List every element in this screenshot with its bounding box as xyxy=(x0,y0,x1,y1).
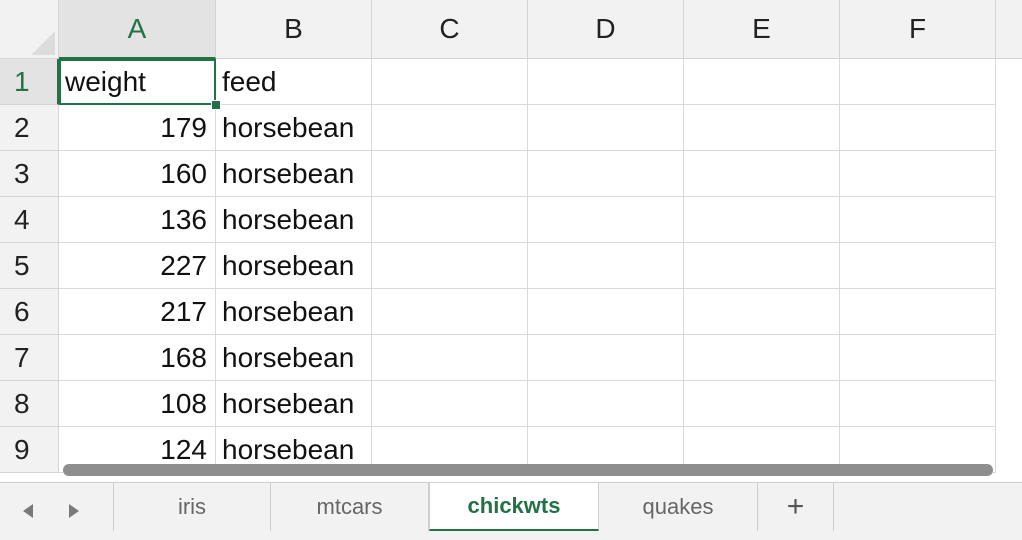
cell-b1[interactable]: feed xyxy=(216,59,372,105)
triangle-left-icon[interactable] xyxy=(18,501,38,521)
cell-b5[interactable]: horsebean xyxy=(216,243,372,289)
row-header-2[interactable]: 2 xyxy=(0,105,59,151)
cell-b4[interactable]: horsebean xyxy=(216,197,372,243)
cell-b2[interactable]: horsebean xyxy=(216,105,372,151)
cell-d7[interactable] xyxy=(528,335,684,381)
cell-a5[interactable]: 227 xyxy=(59,243,216,289)
column-header-b[interactable]: B xyxy=(216,0,372,59)
cell-b7[interactable]: horsebean xyxy=(216,335,372,381)
cell-c1[interactable] xyxy=(372,59,528,105)
cell-e5[interactable] xyxy=(684,243,840,289)
row-header-5[interactable]: 5 xyxy=(0,243,59,289)
cell-c7[interactable] xyxy=(372,335,528,381)
cell-f3[interactable] xyxy=(840,151,996,197)
cell-a7[interactable]: 168 xyxy=(59,335,216,381)
cell-d8[interactable] xyxy=(528,381,684,427)
cell-d1[interactable] xyxy=(528,59,684,105)
add-sheet-button[interactable]: + xyxy=(758,483,834,531)
cell-f2[interactable] xyxy=(840,105,996,151)
fill-handle[interactable] xyxy=(211,100,221,110)
row-header-4[interactable]: 4 xyxy=(0,197,59,243)
horizontal-scrollbar[interactable] xyxy=(63,464,993,476)
cell-e2[interactable] xyxy=(684,105,840,151)
cell-c2[interactable] xyxy=(372,105,528,151)
row-header-3[interactable]: 3 xyxy=(0,151,59,197)
cell-b6[interactable]: horsebean xyxy=(216,289,372,335)
cell-d6[interactable] xyxy=(528,289,684,335)
sheet-tab-bar: iris mtcars chickwts quakes + xyxy=(0,482,1022,540)
cell-d4[interactable] xyxy=(528,197,684,243)
row-header-7[interactable]: 7 xyxy=(0,335,59,381)
cell-c5[interactable] xyxy=(372,243,528,289)
cell-c6[interactable] xyxy=(372,289,528,335)
cell-f1[interactable] xyxy=(840,59,996,105)
column-header-f[interactable]: F xyxy=(840,0,996,59)
column-header-g[interactable] xyxy=(996,0,1022,59)
column-header-c[interactable]: C xyxy=(372,0,528,59)
cell-e4[interactable] xyxy=(684,197,840,243)
cell-c4[interactable] xyxy=(372,197,528,243)
cell-d3[interactable] xyxy=(528,151,684,197)
cell-a3[interactable]: 160 xyxy=(59,151,216,197)
row-header-9[interactable]: 9 xyxy=(0,427,59,473)
sheet-tab-iris[interactable]: iris xyxy=(114,483,271,531)
cell-e3[interactable] xyxy=(684,151,840,197)
cell-a6[interactable]: 217 xyxy=(59,289,216,335)
cell-d2[interactable] xyxy=(528,105,684,151)
select-all-corner[interactable] xyxy=(0,0,59,59)
row-header-8[interactable]: 8 xyxy=(0,381,59,427)
cell-f7[interactable] xyxy=(840,335,996,381)
cell-f6[interactable] xyxy=(840,289,996,335)
cell-e7[interactable] xyxy=(684,335,840,381)
cell-f4[interactable] xyxy=(840,197,996,243)
sheet-tab-quakes[interactable]: quakes xyxy=(599,483,758,531)
cell-e1[interactable] xyxy=(684,59,840,105)
sheet-tab-mtcars[interactable]: mtcars xyxy=(271,483,429,531)
cell-e6[interactable] xyxy=(684,289,840,335)
cell-f8[interactable] xyxy=(840,381,996,427)
cell-b8[interactable]: horsebean xyxy=(216,381,372,427)
cell-d5[interactable] xyxy=(528,243,684,289)
spreadsheet-grid[interactable]: A B C D E F 1 weight feed 2 179 horsebea… xyxy=(0,0,1022,482)
cell-a4[interactable]: 136 xyxy=(59,197,216,243)
cell-c3[interactable] xyxy=(372,151,528,197)
cell-a1[interactable]: weight xyxy=(59,59,216,105)
row-header-1[interactable]: 1 xyxy=(0,59,59,105)
cell-b3[interactable]: horsebean xyxy=(216,151,372,197)
cell-a8[interactable]: 108 xyxy=(59,381,216,427)
sheet-tab-chickwts[interactable]: chickwts xyxy=(429,483,599,531)
cell-a2[interactable]: 179 xyxy=(59,105,216,151)
triangle-right-icon[interactable] xyxy=(64,501,84,521)
column-header-d[interactable]: D xyxy=(528,0,684,59)
row-header-6[interactable]: 6 xyxy=(0,289,59,335)
cell-e8[interactable] xyxy=(684,381,840,427)
column-header-e[interactable]: E xyxy=(684,0,840,59)
cell-c8[interactable] xyxy=(372,381,528,427)
cell-f5[interactable] xyxy=(840,243,996,289)
column-header-a[interactable]: A xyxy=(59,0,216,59)
